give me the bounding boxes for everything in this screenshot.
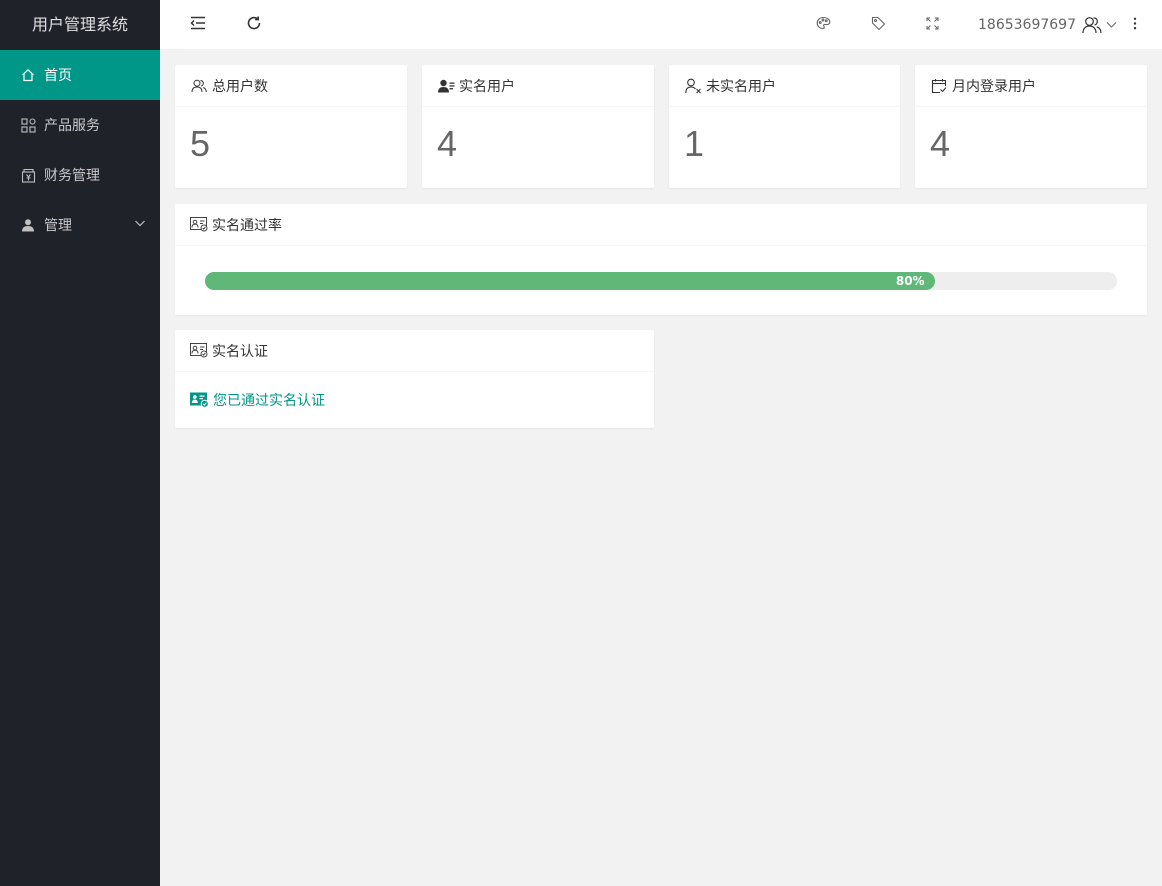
menu-fold-button[interactable] xyxy=(188,0,208,50)
card-header: 月内登录用户 xyxy=(915,65,1147,107)
users-outline-icon xyxy=(190,77,208,95)
progress-text: 80% xyxy=(895,274,925,288)
stat-label: 实名用户 xyxy=(459,78,515,95)
card-header: 实名通过率 xyxy=(175,204,1147,246)
sidebar-item-label: 产品服务 xyxy=(44,118,100,134)
sidebar-item-products[interactable]: 产品服务 xyxy=(0,100,160,150)
stat-card-monthly-logins: 月内登录用户 4 xyxy=(915,65,1147,188)
verification-status-text: 您已通过实名认证 xyxy=(213,393,325,409)
stat-value: 5 xyxy=(190,123,211,164)
id-card-verified-icon xyxy=(190,392,209,408)
theme-icon xyxy=(816,16,831,34)
stat-card-unverified-users: 未实名用户 1 xyxy=(669,65,900,188)
stat-label: 未实名用户 xyxy=(706,78,776,95)
stat-value: 4 xyxy=(437,123,458,164)
finance-icon xyxy=(20,167,36,183)
sidebar-item-finance[interactable]: 财务管理 xyxy=(0,150,160,200)
verification-status: 您已通过实名认证 xyxy=(175,372,654,410)
user-menu[interactable]: 18653697697 xyxy=(978,0,1117,50)
fullscreen-icon xyxy=(926,17,939,34)
username-label: 18653697697 xyxy=(978,17,1076,33)
user-group-icon xyxy=(1082,16,1102,34)
theme-button[interactable] xyxy=(813,0,833,50)
stat-label: 总用户数 xyxy=(212,78,268,95)
menu-fold-icon xyxy=(190,16,206,34)
stat-label: 月内登录用户 xyxy=(952,78,1036,95)
top-header: 18653697697 xyxy=(160,0,1162,50)
sidebar-item-home[interactable]: 首页 xyxy=(0,50,160,100)
user-unverified-icon xyxy=(684,77,702,95)
chevron-down-icon xyxy=(134,217,146,233)
user-icon xyxy=(20,217,36,233)
card-header: 实名用户 xyxy=(422,65,654,107)
apps-grid-icon xyxy=(20,117,36,133)
calendar-check-icon xyxy=(930,77,948,95)
sidebar-item-label: 财务管理 xyxy=(44,168,100,184)
tag-icon xyxy=(871,16,886,35)
more-button[interactable] xyxy=(1125,0,1145,50)
progress-fill: 80% xyxy=(205,272,935,290)
sidebar: 用户管理系统 首页 产品服务 财务管理 管理 xyxy=(0,0,160,886)
sidebar-item-manage[interactable]: 管理 xyxy=(0,200,160,250)
verification-card: 实名认证 您已通过实名认证 xyxy=(175,330,654,428)
stat-value: 1 xyxy=(684,123,705,164)
refresh-icon xyxy=(246,15,262,35)
fullscreen-button[interactable] xyxy=(922,0,942,50)
id-card-icon xyxy=(190,216,208,234)
id-card-icon xyxy=(190,342,208,360)
refresh-button[interactable] xyxy=(244,0,264,50)
sidebar-item-label: 管理 xyxy=(44,218,72,234)
stat-card-total-users: 总用户数 5 xyxy=(175,65,407,188)
verification-title: 实名认证 xyxy=(212,343,268,360)
stat-value: 4 xyxy=(930,123,951,164)
more-vertical-icon xyxy=(1133,17,1137,34)
pass-rate-progress-bar: 80% xyxy=(205,272,1117,290)
tag-button[interactable] xyxy=(868,0,888,50)
chevron-down-icon xyxy=(1106,21,1117,29)
card-header: 实名认证 xyxy=(175,330,654,372)
app-title: 用户管理系统 xyxy=(31,15,128,34)
home-icon xyxy=(20,67,36,83)
pass-rate-card: 实名通过率 80% xyxy=(175,204,1147,315)
card-header: 总用户数 xyxy=(175,65,407,107)
pass-rate-title: 实名通过率 xyxy=(212,217,282,234)
user-verified-icon xyxy=(437,77,455,95)
card-header: 未实名用户 xyxy=(669,65,900,107)
sidebar-item-label: 首页 xyxy=(44,68,72,84)
stat-card-verified-users: 实名用户 4 xyxy=(422,65,654,188)
